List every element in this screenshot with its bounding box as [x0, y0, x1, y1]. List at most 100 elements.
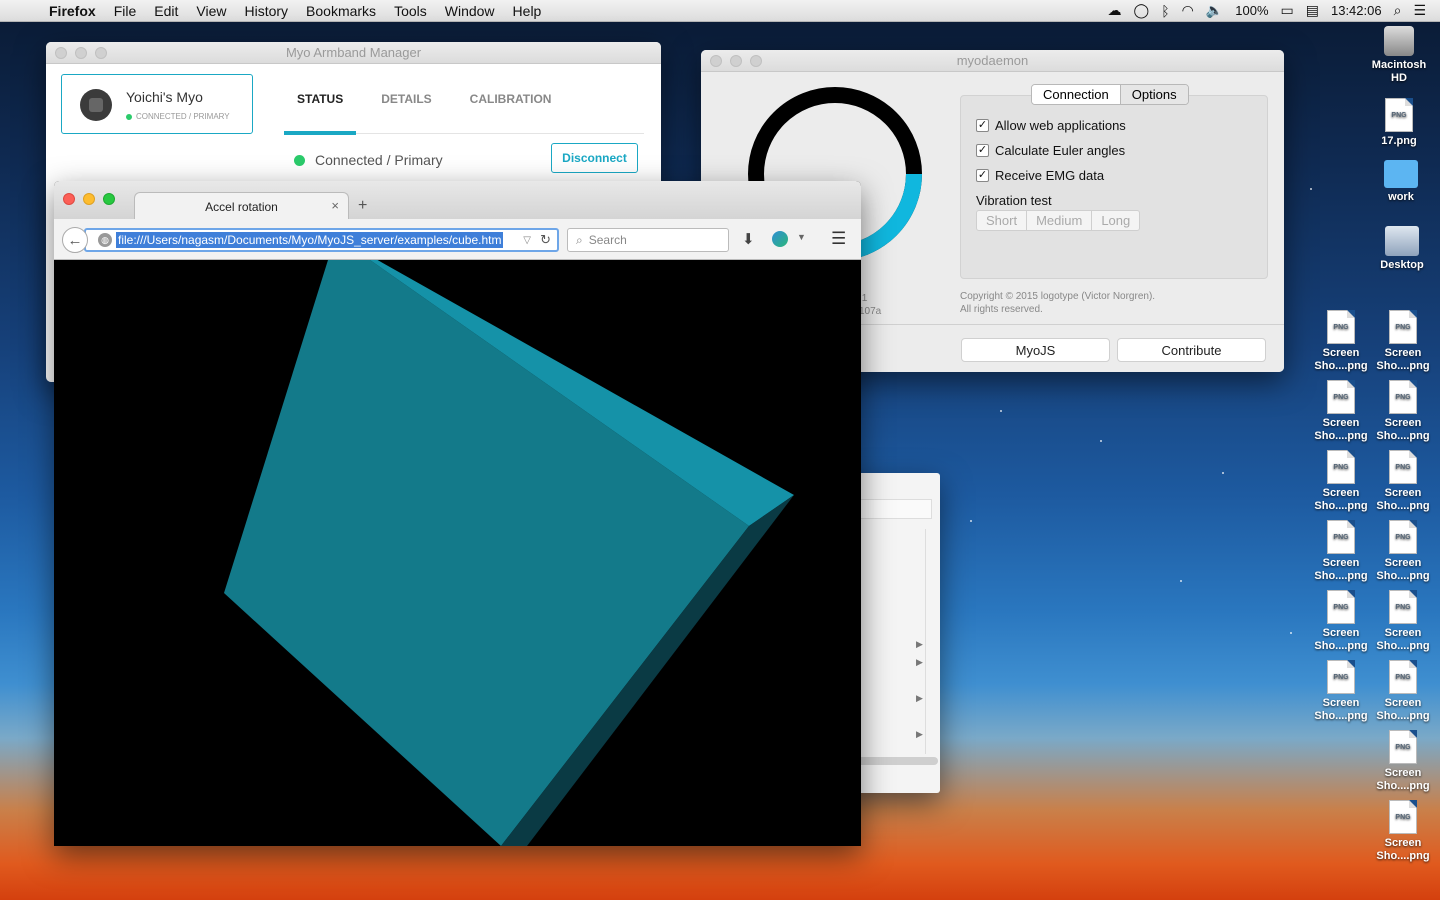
icon-label: Screen Sho....png [1314, 487, 1368, 512]
menu-window[interactable]: Window [436, 3, 504, 19]
vibration-long-button[interactable]: Long [1092, 211, 1139, 230]
checkmark-icon[interactable]: ✓ [976, 169, 989, 182]
disconnect-button[interactable]: Disconnect [551, 143, 638, 173]
tab-close-icon[interactable]: × [331, 198, 339, 213]
png-file-icon: PNG [1327, 310, 1355, 344]
desktop-icon-screenshot[interactable]: PNG Screen Sho....png [1306, 660, 1376, 723]
url-bar[interactable]: ◍ file:///Users/nagasm/Documents/Myo/Myo… [84, 228, 559, 252]
input-source-flag-icon[interactable]: ▤ [1306, 2, 1319, 19]
desktop-icon-screenshot[interactable]: PNG Screen Sho....png [1368, 450, 1438, 513]
desktop-icon-screenshot[interactable]: PNG Screen Sho....png [1306, 590, 1376, 653]
desktop-icon-screenshot[interactable]: PNG Screen Sho....png [1368, 380, 1438, 443]
desktop-icon-screenshot[interactable]: PNG Screen Sho....png [1368, 660, 1438, 723]
url-dropdown-icon[interactable]: ▽ [523, 235, 531, 246]
status-dot-icon [126, 113, 132, 120]
circle-status-icon[interactable]: ◯ [1134, 2, 1150, 19]
battery-percent[interactable]: 100% [1235, 3, 1268, 18]
volume-icon[interactable]: 🔈 [1206, 2, 1223, 19]
desktop-icon-screenshot[interactable]: PNG Screen Sho....png [1368, 520, 1438, 583]
zoom-button[interactable] [95, 47, 107, 59]
text-field[interactable] [852, 499, 932, 519]
desktop-icon-screenshot[interactable]: PNG Screen Sho....png [1306, 380, 1376, 443]
menu-history[interactable]: History [235, 3, 297, 19]
desktop-icon-screenshot[interactable]: PNG Screen Sho....png [1306, 520, 1376, 583]
desktop-icon-work[interactable]: work [1366, 160, 1436, 204]
version-line-2: 107a [859, 306, 882, 317]
disclosure-triangle-icon[interactable]: ▶ [916, 639, 923, 650]
checkmark-icon[interactable]: ✓ [976, 119, 989, 132]
disclosure-triangle-icon[interactable]: ▶ [916, 693, 923, 704]
close-button[interactable] [710, 55, 722, 67]
checkbox-allow-web-apps[interactable]: ✓ Allow web applications [976, 118, 1126, 133]
globe-icon[interactable]: ◍ [98, 233, 112, 247]
minimize-button[interactable] [730, 55, 742, 67]
desktop-icon-screenshot[interactable]: PNG Screen Sho....png [1306, 450, 1376, 513]
vibration-short-button[interactable]: Short [977, 211, 1028, 230]
close-button[interactable] [63, 193, 75, 205]
search-icon: ⌕ [576, 232, 583, 247]
manager-tabs: STATUS DETAILS CALIBRATION [284, 82, 644, 135]
menu-file[interactable]: File [105, 3, 146, 19]
bluetooth-icon[interactable]: ᛒ [1161, 3, 1169, 19]
zoom-button[interactable] [750, 55, 762, 67]
tab-details[interactable]: DETAILS [368, 82, 444, 134]
hamburger-menu-icon[interactable]: ☰ [831, 229, 846, 249]
tab-status[interactable]: STATUS [284, 82, 357, 135]
checkbox-emg-data[interactable]: ✓ Receive EMG data [976, 168, 1104, 183]
connected-dot-icon [294, 154, 305, 166]
close-button[interactable] [55, 47, 67, 59]
tab-calibration[interactable]: CALIBRATION [457, 82, 565, 134]
vibration-medium-button[interactable]: Medium [1027, 211, 1093, 230]
menu-bar: Firefox File Edit View History Bookmarks… [0, 0, 1440, 22]
navigation-toolbar: ← ◍ file:///Users/nagasm/Documents/Myo/M… [54, 219, 861, 260]
download-icon[interactable]: ⬇ [742, 230, 755, 248]
search-box[interactable]: ⌕ Search [567, 228, 729, 252]
extension-dropdown-icon[interactable]: ▼ [797, 232, 806, 242]
disclosure-triangle-icon[interactable]: ▶ [916, 729, 923, 740]
desktop-icon-desktop[interactable]: Desktop [1367, 226, 1437, 272]
menu-tools[interactable]: Tools [385, 3, 436, 19]
reload-icon[interactable]: ↻ [540, 232, 551, 248]
icon-label: Desktop [1380, 259, 1424, 271]
contribute-button[interactable]: Contribute [1117, 338, 1266, 362]
desktop-icon-screenshot[interactable]: PNG Screen Sho....png [1368, 730, 1438, 793]
copyright-line-2: All rights reserved. [960, 304, 1043, 315]
desktop-icon-17-png[interactable]: PNG 17.png [1364, 98, 1434, 148]
battery-icon[interactable]: ▭ [1281, 2, 1294, 19]
segment-options[interactable]: Options [1120, 85, 1188, 104]
zoom-button[interactable] [103, 193, 115, 205]
myojs-button[interactable]: MyoJS [961, 338, 1110, 362]
url-text[interactable]: file:///Users/nagasm/Documents/Myo/MyoJS… [116, 232, 504, 248]
menu-help[interactable]: Help [504, 3, 551, 19]
new-tab-icon[interactable]: + [358, 197, 367, 215]
desktop-icon-screenshot[interactable]: PNG Screen Sho....png [1306, 310, 1376, 373]
browser-tab[interactable]: Accel rotation × [134, 192, 349, 220]
clock[interactable]: 13:42:06 [1331, 3, 1382, 18]
checkbox-euler-angles[interactable]: ✓ Calculate Euler angles [976, 143, 1125, 158]
disclosure-triangle-icon[interactable]: ▶ [916, 657, 923, 668]
settings-group: Connection Options ✓ Allow web applicati… [960, 84, 1268, 279]
horizontal-scrollbar[interactable] [852, 757, 938, 765]
cloud-status-icon[interactable]: ☁ [1108, 2, 1122, 19]
wifi-icon[interactable]: ◠ [1182, 2, 1194, 19]
segment-connection[interactable]: Connection [1032, 85, 1121, 104]
desktop-icon-screenshot[interactable]: PNG Screen Sho....png [1368, 590, 1438, 653]
checkmark-icon[interactable]: ✓ [976, 144, 989, 157]
spotlight-search-icon[interactable]: ⌕ [1394, 2, 1402, 19]
window-title: myodaemon [956, 53, 1029, 68]
menu-bookmarks[interactable]: Bookmarks [297, 3, 385, 19]
connection-status-row: Connected / Primary [294, 152, 443, 168]
menu-app-firefox[interactable]: Firefox [40, 3, 105, 19]
minimize-button[interactable] [75, 47, 87, 59]
minimize-button[interactable] [83, 193, 95, 205]
page-canvas[interactable] [54, 260, 861, 846]
device-card[interactable]: Yoichi's Myo CONNECTED / PRIMARY [61, 74, 253, 134]
back-arrow-icon[interactable]: ← [62, 227, 88, 253]
desktop-icon-screenshot[interactable]: PNG Screen Sho....png [1368, 800, 1438, 863]
menu-edit[interactable]: Edit [145, 3, 187, 19]
extension-icon[interactable] [772, 231, 788, 247]
desktop-icon-screenshot[interactable]: PNG Screen Sho....png [1368, 310, 1438, 373]
menu-view[interactable]: View [187, 3, 235, 19]
notification-center-icon[interactable]: ☰ [1413, 2, 1426, 19]
desktop-icon-macintosh-hd[interactable]: Macintosh HD [1364, 26, 1434, 85]
